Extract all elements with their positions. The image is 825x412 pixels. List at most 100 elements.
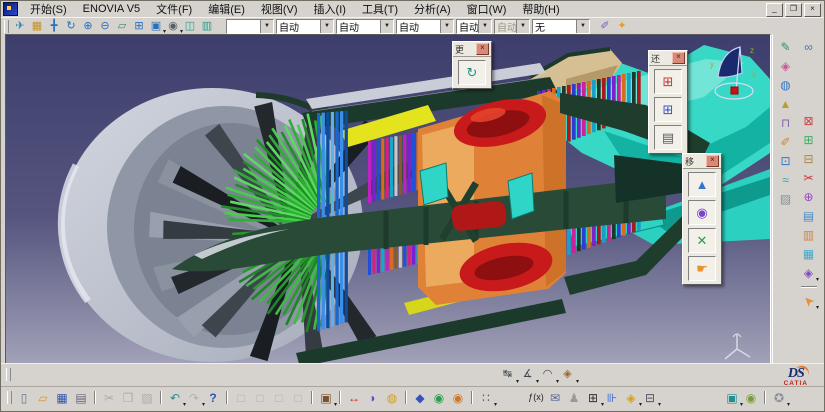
toolbar-title[interactable]: 移 × [683,154,721,168]
move-toolbar[interactable]: 移 × ▲ ◉ ✕ ☛ [682,153,722,285]
vr-wheel-button[interactable]: ✪ ▾ [770,390,790,408]
compare-c-button[interactable]: ▦ [800,246,817,262]
menu-start[interactable]: 开始(S) [22,1,75,19]
paintbrush-style-button[interactable]: ✐ [597,19,613,33]
chevron-down-icon[interactable]: ▼ [380,19,393,33]
fly-move-button[interactable]: ▲ [688,172,716,197]
lock-padlock-button[interactable]: ◍ [383,390,401,406]
examine-move-button[interactable]: ◉ [688,200,716,225]
menu-view[interactable]: 视图(V) [253,1,306,19]
compare-a-button[interactable]: ▤ [800,208,817,224]
measure-item-button[interactable]: ∡ ▾ [518,366,539,386]
measure-between-button[interactable]: ↹ ▾ [498,366,519,386]
menu-enovia[interactable]: ENOVIA V5 [75,2,148,17]
chevron-down-icon[interactable]: ▼ [576,19,589,33]
point-style-combo[interactable]: 自动 ▼ [456,18,492,34]
chevron-down-icon[interactable]: ▼ [320,19,333,33]
pan-button[interactable]: ╋ [46,19,62,33]
fit-all-in-button[interactable]: ▦ [29,19,45,33]
two-way-resize-button[interactable]: ↔ [345,390,363,406]
update-toolbar[interactable]: 更 × ↻ [452,41,492,89]
annotation-balloon-button[interactable]: ◠ ▾ [538,366,559,386]
relations-chart-button[interactable]: ⊪ [603,390,621,406]
menu-tools[interactable]: 工具(T) [354,1,406,19]
sketcher-button[interactable]: ✎ [777,39,794,55]
multi-view-button[interactable]: ⊞ [131,19,147,33]
knowledge-volume-button[interactable]: ◗ [364,390,382,406]
undo-button[interactable]: ↶ ▾ [166,390,186,408]
swap-visible-space-button[interactable]: ▥ [199,19,215,33]
apply-material-button[interactable]: ▲ [777,96,794,112]
select-cursor-button[interactable]: ➤ ▾ [799,292,819,311]
new-document-button[interactable]: ▯ [15,390,33,406]
chevron-down-icon[interactable]: ▼ [478,19,491,33]
save-button[interactable]: ▦ [53,390,71,406]
zoom-in-button[interactable]: ⊕ [80,19,96,33]
toolbar-grip[interactable] [7,391,12,404]
scene-red-button[interactable]: ⊠ [800,113,817,129]
close-icon[interactable]: × [672,52,685,64]
camera-button[interactable]: ◍ [777,77,794,93]
link-manager-button[interactable]: ∞ [800,39,817,55]
calculator-button[interactable]: ▤ [654,125,682,150]
shade-box-button[interactable]: ▨ [777,191,794,207]
knowledge-toolbar[interactable]: 还 × ⊞ ⊞ ▤ [648,50,688,154]
part-green-button[interactable]: ◉ [430,390,448,406]
3d-compass[interactable]: z x y [706,43,762,105]
graphic-props-combo[interactable]: ▼ [226,18,274,34]
group-tools-button[interactable]: ◈ ▾ [800,265,819,283]
jack-move-button[interactable]: ✕ [688,228,716,253]
iso-view-button[interactable]: ▣ ▾ [148,19,166,35]
line-weight-combo[interactable]: 自动 ▼ [396,18,454,34]
knowledge-lock-button[interactable]: ◈ ▾ [622,390,642,408]
toolbar-grip[interactable] [4,19,9,33]
formula-fx-button[interactable]: ƒ(x) [527,390,545,406]
normal-view-button[interactable]: ▱ [114,19,130,33]
select-zone-button[interactable]: ⊡ [777,153,794,169]
scene-green-button[interactable]: ⊞ [800,132,817,148]
section-cut-button[interactable]: ✂ [800,170,817,186]
catalog-book-button[interactable]: ◆ [411,390,429,406]
app-icon[interactable] [3,2,18,16]
clash-analysis-button[interactable]: ⊕ [800,189,817,205]
menu-help[interactable]: 帮助(H) [514,1,567,19]
menu-window[interactable]: 窗口(W) [459,1,515,19]
close-button[interactable]: × [804,3,821,17]
measure-weight-button[interactable]: ⊓ [777,115,794,131]
close-icon[interactable]: × [706,155,719,167]
dmu-box-button[interactable]: ▣ ▾ [723,390,743,408]
manikin-button[interactable]: ♟ [565,390,583,406]
whats-this-help-button[interactable]: ? [204,390,222,406]
dmu-sphere-button[interactable]: ◉ [742,390,760,406]
minimize-button[interactable]: _ [766,3,783,17]
paint-material-button[interactable]: ◈ [777,58,794,74]
fast-instantiation-button[interactable]: ∷ ▾ [477,390,497,408]
chevron-down-icon[interactable]: ▼ [440,19,453,33]
scene-brown-button[interactable]: ⊟ [800,151,817,167]
design-table-button[interactable]: ⊞ ▾ [584,390,604,408]
toolbar-title[interactable]: 还 × [649,51,687,65]
open-folder-button[interactable]: ▱ [34,390,52,406]
menu-insert[interactable]: 插入(I) [306,1,354,19]
fly-mode-button[interactable]: ✈ [12,19,28,33]
print-button[interactable]: ▤ [72,390,90,406]
menu-edit[interactable]: 编辑(E) [200,1,253,19]
spline-curve-button[interactable]: ≈ [777,172,794,188]
chevron-down-icon[interactable]: ▼ [260,19,273,33]
knowledge-launch-button[interactable]: ⊞ [654,69,682,94]
shading-mode-button[interactable]: ◉ ▾ [165,19,183,35]
compare-b-button[interactable]: ▥ [800,227,817,243]
comment-message-button[interactable]: ✉ [546,390,564,406]
toolbar-title[interactable]: 更 × [453,42,491,56]
line-type-combo[interactable]: 自动 ▼ [336,18,394,34]
menu-analyze[interactable]: 分析(A) [406,1,459,19]
restore-button[interactable]: ❐ [785,3,802,17]
hide-show-button[interactable]: ◫ [182,19,198,33]
catalog-browser-button[interactable]: ▣ ▾ [317,390,337,408]
toolbar-grip[interactable] [6,368,11,381]
layer-combo[interactable]: 无 ▼ [532,18,590,34]
annotate-pen-button[interactable]: ✐ [777,134,794,150]
menu-file[interactable]: 文件(F) [148,1,200,19]
tree-filter-button[interactable]: ⊟ ▾ [641,390,661,408]
hand-drag-button[interactable]: ☛ [688,256,716,281]
